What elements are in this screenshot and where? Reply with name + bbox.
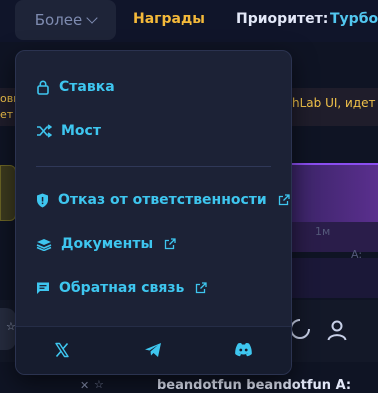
star-icon[interactable]: ☆ [94,378,104,391]
timeframe-label: 1м [315,225,331,238]
x-icon[interactable] [54,342,70,358]
top-navbar: Более Награды Приоритет: Турбо [0,0,378,42]
nav-rewards-link[interactable]: Награды [133,11,205,27]
nav-priority-label: Приоритет: [236,11,329,27]
banner-text-right: hLab UI, идет ( [292,96,378,110]
menu-divider [36,166,271,167]
shield-icon [37,193,48,207]
menu-item-stake[interactable]: Ставка [36,79,115,95]
chart-highlight-block [292,163,378,222]
more-label: Более [34,11,83,29]
user-icon[interactable] [325,318,349,342]
chart-block [292,222,378,252]
menu-item-label: Документы [61,236,154,252]
bottom-row-text: beandotfun beandotfun A: [157,378,352,393]
shuffle-icon [37,124,52,138]
chat-icon [37,282,49,294]
discord-icon[interactable] [234,342,253,357]
faded-label: A: [351,248,363,261]
external-link-icon [164,238,176,250]
menu-item-feedback[interactable]: Обратная связь [36,280,208,296]
close-icon[interactable]: ✕ [80,379,89,392]
book-icon [36,238,52,251]
menu-item-disclaimer[interactable]: Отказ от ответственности [36,192,290,208]
chart-block [292,258,378,298]
lock-icon [37,80,49,95]
external-link-icon [278,194,290,206]
nav-priority-turbo-value[interactable]: Турбо [330,11,378,27]
menu-item-label: Обратная связь [59,280,185,296]
more-menu-button[interactable]: Более [15,0,116,40]
more-dropdown-menu: Ставка Мост Отказ от ответственности Док… [15,50,292,375]
menu-item-docs[interactable]: Документы [36,236,176,252]
external-link-icon [196,282,208,294]
menu-item-label: Ставка [59,79,115,95]
telegram-icon[interactable] [144,342,162,358]
refresh-icon[interactable] [289,318,311,340]
menu-item-label: Отказ от ответственности [58,192,267,208]
chevron-down-icon [86,12,98,24]
token-card-edge[interactable] [0,165,16,221]
social-links-bar [16,326,291,374]
menu-item-label: Мост [61,123,101,139]
menu-item-bridge[interactable]: Мост [36,123,101,139]
